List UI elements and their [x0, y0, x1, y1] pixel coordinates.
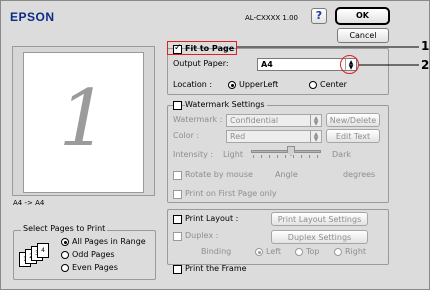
popup-arrows-icon: ▲ ▼	[310, 131, 321, 143]
all-pages-label[interactable]: All Pages in Range	[72, 237, 146, 247]
color-label: Color :	[173, 131, 200, 140]
rotate-checkbox[interactable]	[173, 171, 182, 180]
location-center-radio[interactable]	[309, 81, 317, 89]
preview-page-number: 1	[58, 74, 109, 164]
stacked-pages-icon: 1 2 3 4	[19, 243, 51, 270]
binding-left-label[interactable]: Left	[266, 247, 281, 257]
callout-box-1	[167, 41, 237, 55]
duplex-label[interactable]: Duplex :	[185, 231, 218, 241]
watermark-title[interactable]: Watermark Settings	[185, 100, 268, 110]
watermark-label: Watermark :	[173, 115, 223, 124]
printer-options-dialog: EPSON AL-CXXXX 1.00 ? OK Cancel 1 A4 -> …	[0, 0, 430, 290]
brand-logo: EPSON	[10, 10, 55, 24]
intensity-slider-ticks	[253, 155, 319, 158]
even-pages-label[interactable]: Even Pages	[72, 263, 118, 273]
duplex-settings-button[interactable]: Duplex Settings	[271, 230, 368, 244]
callout-leaders	[237, 46, 419, 66]
stacked-page-4: 4	[37, 243, 49, 258]
odd-pages-radio[interactable]	[61, 251, 69, 259]
model-label: AL-CXXXX 1.00	[245, 14, 298, 22]
binding-top-radio[interactable]	[295, 248, 303, 256]
location-center-label[interactable]: Center	[320, 80, 347, 90]
watermark-checkbox[interactable]	[173, 101, 182, 110]
location-label: Location :	[173, 80, 213, 89]
duplex-checkbox[interactable]	[173, 232, 182, 241]
print-frame-checkbox[interactable]	[173, 265, 182, 274]
preview-caption: A4 -> A4	[13, 199, 45, 207]
select-pages-title: Select Pages to Print	[21, 224, 108, 234]
print-layout-label[interactable]: Print Layout :	[185, 214, 238, 224]
binding-top-label[interactable]: Top	[306, 247, 320, 257]
location-upperleft-label[interactable]: UpperLeft	[239, 80, 278, 90]
print-frame-label[interactable]: Print the Frame	[185, 264, 247, 274]
edit-text-button[interactable]: Edit Text	[326, 129, 380, 143]
color-value: Red	[230, 132, 246, 141]
degrees-label: degrees	[343, 170, 376, 179]
color-select[interactable]: Red ▲ ▼	[226, 130, 322, 143]
preview-page: 1	[23, 52, 144, 193]
ok-button[interactable]: OK	[335, 7, 390, 25]
angle-label: Angle	[275, 170, 298, 179]
watermark-value: Confidential	[230, 116, 279, 125]
rotate-label[interactable]: Rotate by mouse	[185, 170, 253, 180]
intensity-slider-track[interactable]	[251, 150, 321, 153]
watermark-select[interactable]: Confidential ▲ ▼	[226, 114, 322, 127]
popup-arrows-icon: ▲ ▼	[310, 115, 321, 127]
preview-panel: 1	[12, 46, 155, 196]
binding-label: Binding	[201, 247, 232, 256]
odd-pages-label[interactable]: Odd Pages	[72, 250, 115, 260]
print-layout-checkbox[interactable]	[173, 215, 182, 224]
print-layout-settings-button[interactable]: Print Layout Settings	[271, 212, 368, 226]
all-pages-radio[interactable]	[61, 238, 69, 246]
intensity-label: Intensity :	[173, 150, 214, 159]
callout-number-1: 1	[421, 39, 430, 53]
first-page-checkbox[interactable]	[173, 190, 182, 199]
intensity-dark-label: Dark	[332, 150, 351, 159]
output-paper-label: Output Paper:	[173, 59, 229, 68]
help-button[interactable]: ?	[311, 8, 327, 24]
binding-left-radio[interactable]	[255, 248, 263, 256]
location-upperleft-radio[interactable]	[228, 81, 236, 89]
binding-right-radio[interactable]	[334, 248, 342, 256]
binding-right-label[interactable]: Right	[345, 247, 366, 257]
callout-number-2: 2	[421, 58, 430, 72]
stacked-page-4-number: 4	[41, 247, 45, 254]
intensity-light-label: Light	[223, 150, 243, 159]
even-pages-radio[interactable]	[61, 264, 69, 272]
new-delete-button[interactable]: New/Delete	[326, 113, 380, 127]
first-page-label[interactable]: Print on First Page only	[185, 189, 277, 199]
